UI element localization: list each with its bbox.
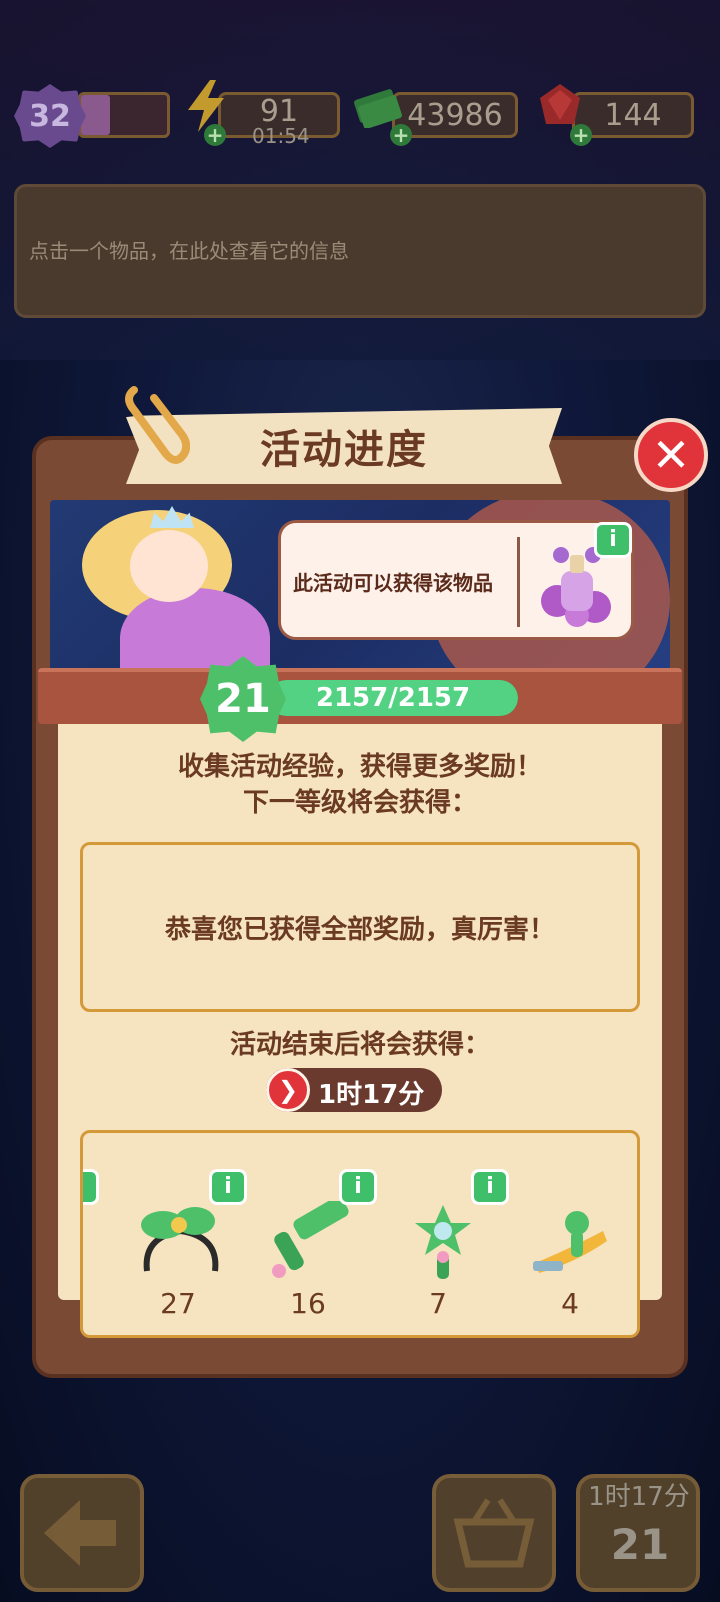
event-level-badge: 21	[200, 656, 286, 742]
next-level-label: 下一等级将会获得：	[242, 788, 477, 818]
status-bar: 32 91 + 01:54 43986 + 144 +	[0, 80, 720, 148]
end-reward-label: 活动结束后将会获得：	[229, 1030, 490, 1060]
collect-exp-text: 收集活动经验，获得更多奖励！	[177, 752, 542, 782]
item-info-button[interactable]: i	[209, 1169, 247, 1205]
item-info-button[interactable]: i	[339, 1169, 377, 1205]
energy-plus-icon[interactable]: +	[204, 124, 226, 146]
event-progress-bar: 2157/2157	[268, 680, 518, 716]
event-progress-text: 2157/2157	[315, 683, 471, 713]
event-item-tooltip: 此活动可以获得该物品	[278, 520, 634, 640]
all-rewards-message: 恭喜您已获得全部奖励，真厉害！	[164, 914, 555, 945]
item-count: 7	[429, 1287, 447, 1320]
modal-title: 活动进度	[126, 408, 562, 484]
princess-face	[130, 530, 208, 602]
bottom-event-level: 21	[610, 1520, 670, 1569]
event-timer: ❯ 1时17分	[266, 1068, 442, 1112]
event-time-left: 1时17分	[318, 1080, 425, 1110]
gem-value: 144	[604, 97, 662, 133]
gem-plus-icon[interactable]: +	[570, 124, 592, 146]
paperclip-icon	[120, 380, 191, 470]
bottom-event-timer: 1时17分	[588, 1482, 690, 1512]
basket-icon	[453, 1498, 535, 1568]
close-icon: ✕	[651, 428, 691, 482]
hair-clip-icon	[525, 1201, 621, 1281]
xp-bar	[78, 92, 170, 138]
tooltip-text: 此活动可以获得该物品	[293, 571, 493, 595]
green-bow-headband-icon	[133, 1201, 229, 1281]
item-info-button[interactable]: i	[83, 1169, 99, 1205]
next-reward-box: 恭喜您已获得全部奖励，真厉害！	[80, 842, 640, 1012]
energy-timer: 01:54	[252, 124, 310, 148]
item-info-hint: 点击一个物品，在此处查看它的信息	[29, 239, 349, 263]
close-button[interactable]: ✕	[634, 418, 708, 492]
player-level-badge[interactable]: 32	[14, 84, 86, 148]
item-info-panel: 点击一个物品，在此处查看它的信息	[14, 184, 706, 318]
cash-plus-icon[interactable]: +	[390, 124, 412, 146]
tooltip-info-button[interactable]: i	[594, 522, 632, 558]
item-count: 4	[561, 1287, 579, 1320]
reward-item[interactable]: 4	[515, 1153, 637, 1333]
back-arrow-icon	[44, 1500, 116, 1566]
item-info-button[interactable]: i	[471, 1169, 509, 1205]
item-count: 16	[290, 1287, 326, 1320]
item-count: 27	[160, 1287, 196, 1320]
shop-basket-button[interactable]	[432, 1474, 556, 1592]
tooltip-divider	[517, 537, 520, 627]
cash-value: 43986	[407, 97, 503, 133]
green-comb-icon	[263, 1196, 359, 1281]
back-button[interactable]	[20, 1474, 144, 1592]
clock-icon: ❯	[266, 1068, 310, 1112]
end-reward-items: i 27 i 16 i	[80, 1130, 640, 1338]
star-mirror-wand-icon	[393, 1201, 489, 1281]
